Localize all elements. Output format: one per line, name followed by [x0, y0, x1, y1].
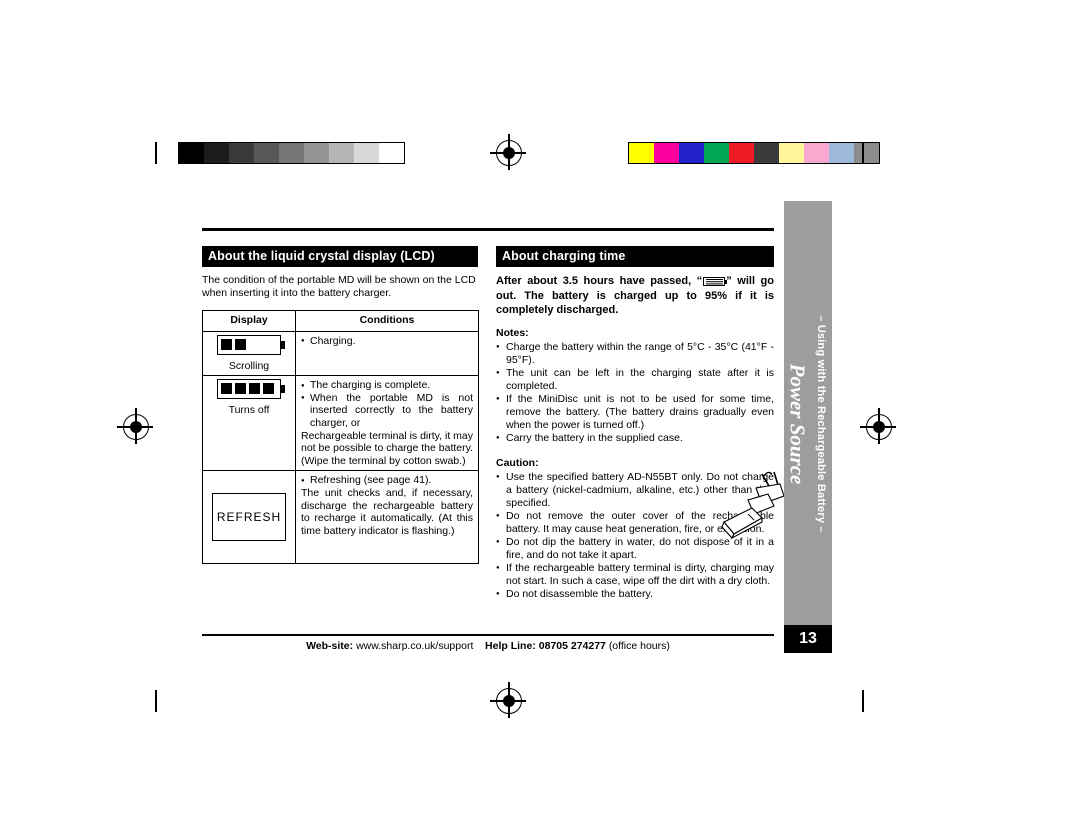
conditions-cell-turns-off: The charging is complete. When the porta… — [295, 375, 479, 472]
lcd-conditions-table: Display Conditions Scrolling Charging. — [202, 310, 479, 565]
charging-intro-text: After about 3.5 hours have passed, “” wi… — [496, 274, 774, 318]
display-cell-refresh: REFRESH — [202, 470, 296, 565]
display-cell-turns-off: Turns off — [202, 375, 296, 472]
note-item: The unit can be left in the charging sta… — [496, 367, 774, 393]
lcd-intro-text: The condition of the portable MD will be… — [202, 274, 476, 299]
charging-section-heading: About charging time — [496, 246, 774, 267]
conditions-cell-refresh: Refreshing (see page 41). The unit check… — [295, 470, 479, 565]
conditions-cell-scrolling: Charging. — [295, 330, 479, 377]
condition-line: When the portable MD is not inserted cor… — [301, 392, 473, 430]
footer-helpline-number: 08705 274277 — [538, 640, 606, 652]
column-header-display: Display — [202, 310, 296, 332]
refresh-label: REFRESH — [216, 510, 282, 525]
notes-label: Notes: — [496, 326, 529, 339]
lcd-section-heading: About the liquid crystal display (LCD) — [202, 246, 478, 267]
page-top-rule — [202, 228, 774, 231]
caution-item: If the rechargeable battery terminal is … — [496, 562, 774, 588]
note-item: If the MiniDisc unit is not to be used f… — [496, 393, 774, 432]
note-item: Charge the battery within the range of 5… — [496, 341, 774, 367]
display-label: Turns off — [228, 404, 270, 417]
caution-item: Do not disassemble the battery. — [496, 588, 774, 602]
refresh-icon: REFRESH — [212, 493, 286, 542]
footer-website-url: www.sharp.co.uk/support — [356, 640, 474, 652]
condition-line: Refreshing (see page 41). — [301, 474, 473, 487]
footer-helpline-label: Help Line: — [485, 640, 536, 652]
table-header-row: Display Conditions — [202, 310, 479, 332]
left-column: About the liquid crystal display (LCD) T… — [202, 246, 479, 565]
page-footer: Web-site: www.sharp.co.uk/support Help L… — [202, 634, 774, 652]
battery-full-icon — [703, 276, 728, 286]
battery-charger-illustration — [721, 471, 785, 540]
caution-label: Caution: — [496, 456, 539, 469]
table-row: REFRESH Refreshing (see page 41). The un… — [202, 470, 479, 565]
display-label: Scrolling — [228, 359, 270, 372]
condition-line: The charging is complete. — [301, 379, 473, 392]
chapter-subtitle: – Using with the Rechargeable Battery – — [815, 315, 827, 533]
page-number: 13 — [784, 625, 832, 653]
condition-line: Rechargeable terminal is dirty, it may n… — [301, 429, 473, 467]
manual-page: About the liquid crystal display (LCD) T… — [0, 0, 1080, 834]
note-item: Carry the battery in the supplied case. — [496, 432, 774, 446]
table-row: Turns off The charging is complete. When… — [202, 375, 479, 472]
condition-line: The unit checks and, if necessary, disch… — [301, 486, 473, 537]
chapter-title: Power Source — [785, 363, 810, 485]
column-header-conditions: Conditions — [295, 310, 479, 332]
battery-scrolling-icon — [217, 334, 285, 355]
battery-off-icon — [217, 379, 285, 400]
chapter-side-tab: Power Source – Using with the Rechargeab… — [784, 201, 832, 647]
footer-helpline-suffix: (office hours) — [608, 640, 670, 652]
table-row: Scrolling Charging. — [202, 330, 479, 377]
display-cell-scrolling: Scrolling — [202, 330, 296, 377]
condition-line: Charging. — [301, 335, 473, 348]
footer-website-label: Web-site: — [306, 640, 354, 652]
charging-intro-part1: After about 3.5 hours have passed, “ — [496, 275, 703, 287]
